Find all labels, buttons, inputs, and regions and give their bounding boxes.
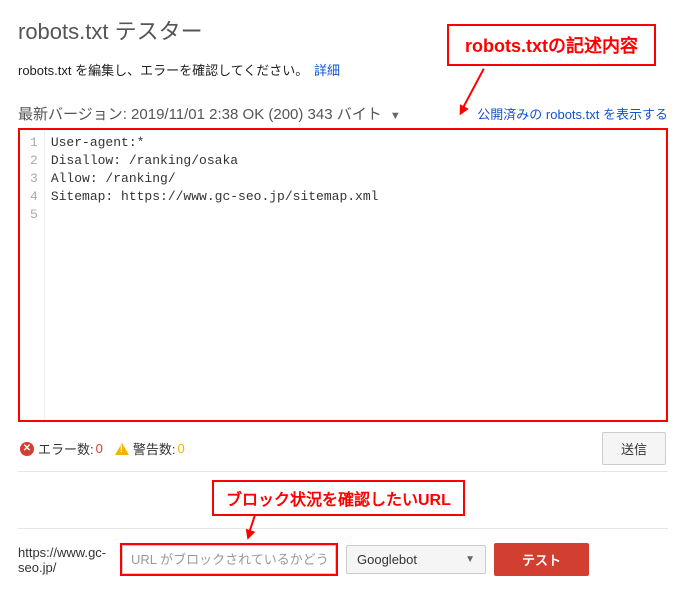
editor-container: 12345 User-agent:* Disallow: /ranking/os… — [18, 128, 668, 422]
code-line: User-agent:* — [51, 134, 660, 152]
chevron-down-icon: ▼ — [465, 554, 475, 565]
code-area[interactable]: User-agent:* Disallow: /ranking/osaka Al… — [45, 130, 666, 420]
url-input-highlight — [120, 543, 338, 576]
robots-editor[interactable]: 12345 User-agent:* Disallow: /ranking/os… — [20, 130, 666, 420]
instruction-label: robots.txt を編集し、エラーを確認してください。 — [18, 63, 308, 78]
warning-label: 警告数: — [133, 439, 176, 458]
version-label: 最新バージョン: 2019/11/01 2:38 OK (200) 343 バイ… — [18, 106, 382, 123]
url-input[interactable] — [122, 545, 336, 574]
warning-icon — [115, 443, 129, 455]
warning-count: 0 — [177, 441, 184, 456]
test-row: https://www.gc-seo.jp/ Googlebot ▼ テスト — [18, 528, 668, 576]
version-dropdown-caret-icon[interactable]: ▼ — [390, 110, 401, 122]
bot-selected-label: Googlebot — [357, 552, 417, 567]
error-icon: ✕ — [20, 442, 34, 456]
bot-select[interactable]: Googlebot ▼ — [346, 545, 486, 574]
code-line: Sitemap: https://www.gc-seo.jp/sitemap.x… — [51, 188, 660, 206]
test-button[interactable]: テスト — [494, 543, 589, 576]
annotation-callout-content: robots.txtの記述内容 — [447, 24, 656, 66]
status-row: ✕ エラー数: 0 警告数: 0 送信 — [18, 422, 668, 472]
error-label: エラー数: — [38, 439, 94, 458]
send-button[interactable]: 送信 — [602, 432, 666, 465]
annotation-callout-url: ブロック状況を確認したいURL — [212, 480, 465, 516]
show-published-link[interactable]: 公開済みの robots.txt を表示する — [477, 104, 668, 123]
version-text: 最新バージョン: 2019/11/01 2:38 OK (200) 343 バイ… — [18, 103, 469, 124]
code-line: Allow: /ranking/ — [51, 170, 660, 188]
code-line: Disallow: /ranking/osaka — [51, 152, 660, 170]
error-count: 0 — [96, 441, 103, 456]
domain-prefix: https://www.gc-seo.jp/ — [18, 545, 112, 575]
line-gutter: 12345 — [20, 130, 45, 420]
detail-link[interactable]: 詳細 — [314, 63, 340, 78]
